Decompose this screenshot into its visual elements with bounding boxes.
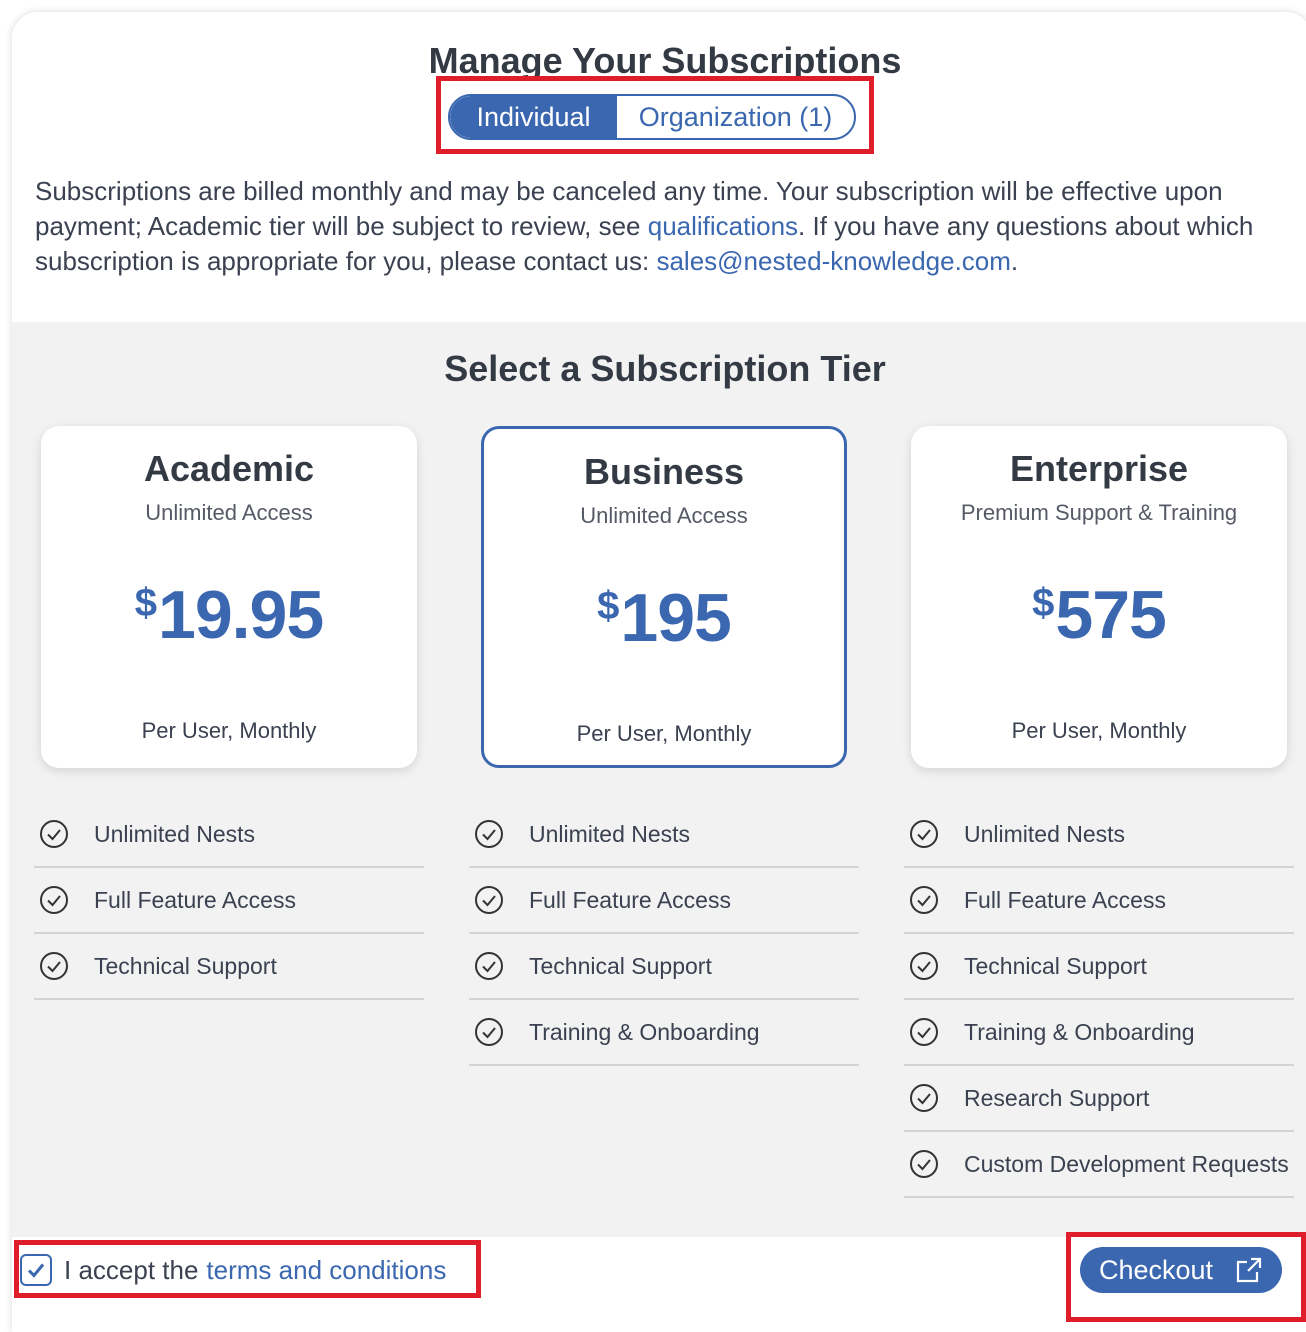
list-item: Technical Support	[469, 934, 859, 1000]
check-circle-icon	[910, 952, 938, 980]
qualifications-link[interactable]: qualifications	[648, 211, 798, 241]
tier-price: $575	[911, 576, 1287, 654]
feature-label: Research Support	[964, 1084, 1150, 1111]
checkout-label: Checkout	[1098, 1254, 1214, 1285]
accept-terms: I accept the terms and conditions	[20, 1250, 446, 1290]
check-circle-icon	[910, 820, 938, 848]
check-circle-icon	[475, 886, 503, 914]
price-value: 19.95	[158, 577, 324, 653]
feature-label: Training & Onboarding	[964, 1018, 1195, 1045]
sales-email-link[interactable]: sales@nested-knowledge.com	[656, 246, 1010, 276]
subscription-type-toggle[interactable]: Individual Organization (1)	[448, 94, 856, 140]
tier-price: $19.95	[41, 576, 417, 654]
feature-label: Technical Support	[529, 952, 712, 979]
feature-label: Full Feature Access	[529, 886, 731, 913]
list-item: Training & Onboarding	[469, 1000, 859, 1066]
check-circle-icon	[910, 1150, 938, 1178]
price-value: 575	[1055, 577, 1166, 653]
feature-label: Custom Development Requests	[964, 1150, 1289, 1177]
accept-label: I accept the	[64, 1254, 199, 1285]
tiers-title: Select a Subscription Tier	[444, 348, 886, 389]
list-item: Full Feature Access	[904, 868, 1294, 934]
tier-subtitle: Premium Support & Training	[960, 500, 1238, 525]
tier-card-enterprise[interactable]: Enterprise Premium Support & Training $5…	[911, 426, 1287, 768]
tier-subtitle: Unlimited Access	[145, 500, 313, 525]
tier-subtitle: Unlimited Access	[580, 503, 748, 528]
list-item: Unlimited Nests	[469, 802, 859, 868]
check-circle-icon	[910, 1018, 938, 1046]
tier-period: Per User, Monthly	[1011, 718, 1187, 743]
list-item: Research Support	[904, 1066, 1294, 1132]
check-circle-icon	[475, 820, 503, 848]
accept-terms-checkbox[interactable]	[20, 1254, 52, 1286]
toggle-individual[interactable]: Individual	[450, 96, 617, 138]
checkmark-icon	[27, 1263, 45, 1278]
tier-name: Enterprise	[1009, 448, 1189, 489]
list-item: Full Feature Access	[34, 868, 424, 934]
check-circle-icon	[40, 952, 68, 980]
check-circle-icon	[475, 952, 503, 980]
checkout-button[interactable]: Checkout	[1080, 1247, 1282, 1293]
toggle-organization[interactable]: Organization (1)	[617, 96, 854, 138]
list-item: Unlimited Nests	[34, 802, 424, 868]
external-link-icon	[1236, 1257, 1262, 1283]
tier-period: Per User, Monthly	[576, 721, 752, 746]
list-item: Training & Onboarding	[904, 1000, 1294, 1066]
check-circle-icon	[40, 886, 68, 914]
tier-card-academic[interactable]: Academic Unlimited Access $19.95 Per Use…	[41, 426, 417, 768]
currency-symbol: $	[597, 584, 619, 628]
check-circle-icon	[475, 1018, 503, 1046]
feature-label: Unlimited Nests	[529, 820, 691, 847]
feature-label: Technical Support	[964, 952, 1147, 979]
check-circle-icon	[910, 886, 938, 914]
currency-symbol: $	[1032, 581, 1054, 625]
list-item: Unlimited Nests	[904, 802, 1294, 868]
feature-label: Unlimited Nests	[964, 820, 1126, 847]
description-text-3: .	[1010, 246, 1019, 276]
list-item: Technical Support	[904, 934, 1294, 1000]
feature-label: Unlimited Nests	[94, 820, 256, 847]
check-circle-icon	[40, 820, 68, 848]
tier-card-business[interactable]: Business Unlimited Access $195 Per User,…	[481, 426, 847, 768]
price-value: 195	[620, 580, 731, 656]
tier-name: Business	[583, 451, 745, 492]
list-item: Custom Development Requests	[904, 1132, 1294, 1198]
subscription-page: Manage Your Subscriptions Subscriptions …	[12, 12, 1306, 1332]
check-circle-icon	[910, 1084, 938, 1112]
list-item: Full Feature Access	[469, 868, 859, 934]
feature-label: Full Feature Access	[964, 886, 1166, 913]
header-section: Manage Your Subscriptions Subscriptions …	[12, 12, 1306, 322]
feature-list-academic: Unlimited Nests Full Feature Access Tech…	[34, 802, 424, 1000]
tier-name: Academic	[143, 448, 315, 489]
tiers-section: Select a Subscription Tier Academic Unli…	[12, 322, 1306, 1237]
currency-symbol: $	[134, 581, 157, 625]
subscription-description: Subscriptions are billed monthly and may…	[35, 174, 1295, 279]
terms-link[interactable]: terms and conditions	[206, 1255, 446, 1286]
feature-label: Technical Support	[94, 952, 277, 979]
tier-period: Per User, Monthly	[141, 718, 317, 743]
list-item: Technical Support	[34, 934, 424, 1000]
feature-label: Full Feature Access	[94, 886, 296, 913]
feature-list-business: Unlimited Nests Full Feature Access Tech…	[469, 802, 859, 1066]
feature-list-enterprise: Unlimited Nests Full Feature Access Tech…	[904, 802, 1294, 1198]
tier-price: $195	[484, 579, 844, 657]
feature-label: Training & Onboarding	[529, 1018, 760, 1045]
